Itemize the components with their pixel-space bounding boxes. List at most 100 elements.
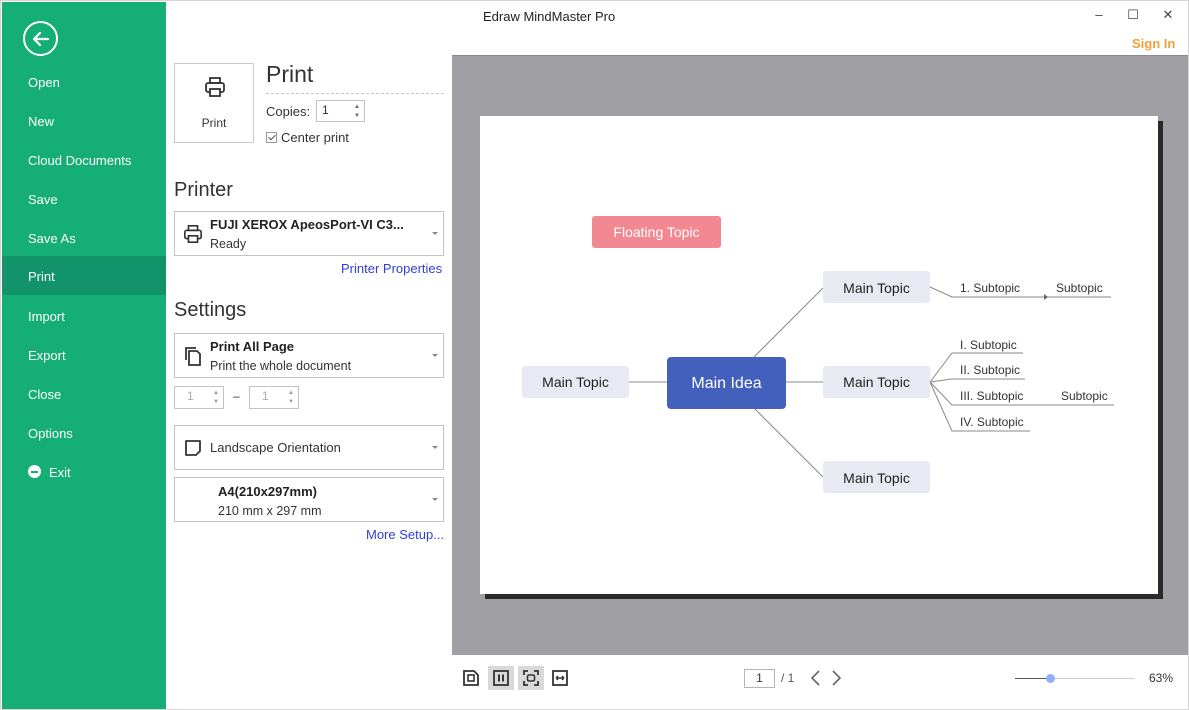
two-page-view-button[interactable] [488,666,514,690]
sign-in-link[interactable]: Sign In [1132,36,1175,51]
chevron-down-icon [432,231,438,235]
window-title: Edraw MindMaster Pro [483,9,616,24]
minimize-icon: – [1095,7,1103,22]
sidebar-item-new[interactable]: New [2,103,166,141]
subtopic-label: Subtopic [1056,281,1103,295]
printer-properties-link[interactable]: Printer Properties [341,261,442,276]
sidebar-item-label: Save [28,192,58,207]
sidebar-item-close[interactable]: Close [2,376,166,414]
print-range-title: Print All Page [210,339,295,354]
chevron-down-icon [432,445,438,449]
sidebar-item-label: Cloud Documents [28,153,132,168]
print-heading: Print [266,61,314,87]
subtopic-label: III. Subtopic [960,389,1023,403]
print-range-select[interactable]: Print All Page Print the whole document [174,333,444,378]
fit-width-button[interactable] [547,666,573,690]
zoom-level: 63% [1149,671,1174,685]
minimize-button[interactable]: – [1089,5,1109,25]
print-range-subtitle: Print the whole document [210,359,352,373]
subtopic-label: Subtopic [1061,389,1108,403]
connector-line [753,407,824,478]
current-page-input[interactable]: 1 [744,669,775,688]
actual-size-button[interactable] [458,666,484,690]
sidebar-item-export[interactable]: Export [2,337,166,375]
paper-size-subtitle: 210 mm x 297 mm [218,504,322,518]
arrow-marker [1044,294,1048,300]
main-topic-middle: Main Topic [823,366,930,398]
main-topic-left: Main Topic [522,366,629,398]
paper-size-select[interactable]: A4(210x297mm) 210 mm x 297 mm [174,477,444,522]
zoom-slider-fill [1015,678,1050,679]
sidebar-item-label: Save As [28,231,76,246]
checkbox-checked-icon [266,132,277,143]
main-topic-bottom: Main Topic [823,461,930,493]
zoom-slider[interactable] [1015,674,1135,683]
sidebar-item-save[interactable]: Save [2,181,166,219]
orientation-value: Landscape Orientation [210,440,341,455]
fit-page-icon [523,670,539,686]
subtopic-label: 1. Subtopic [960,281,1020,295]
arrow-left-icon [32,31,49,46]
sidebar-item-exit[interactable]: Exit [2,454,166,492]
fit-page-button[interactable] [518,666,544,690]
zoom-slider-thumb[interactable] [1045,674,1055,683]
sidebar-item-label: Open [28,75,60,90]
actual-size-icon [463,670,479,686]
print-button-label: Print [201,116,227,130]
close-icon: ✕ [1162,7,1174,22]
pages-icon [185,347,201,366]
spin-down-icon[interactable]: ▼ [288,399,294,405]
close-button[interactable]: ✕ [1158,5,1178,25]
orientation-select[interactable]: Landscape Orientation [174,425,444,470]
sidebar-item-save-as[interactable]: Save As [2,220,166,258]
spin-down-icon[interactable]: ▼ [354,113,360,119]
next-page-icon[interactable] [831,668,843,688]
maximize-button[interactable]: ☐ [1123,5,1143,25]
two-page-icon [493,670,509,686]
subtopic-label: I. Subtopic [960,338,1017,352]
fit-width-icon [552,670,568,686]
sidebar-item-import[interactable]: Import [2,298,166,336]
minus-circle-icon [28,465,41,478]
spin-down-icon[interactable]: ▼ [213,399,219,405]
sidebar-item-print[interactable]: Print [2,256,166,295]
page-from-stepper[interactable]: 1 ▲ ▼ [174,386,224,409]
subtopic-label: IV. Subtopic [960,415,1024,429]
print-button[interactable]: Print [174,63,254,143]
connector-line [753,287,824,358]
sidebar-item-label: Export [28,348,66,363]
sidebar: Open New Cloud Documents Save Save As Pr… [2,2,166,709]
print-preview: Floating Topic Main Idea Main Topic Main… [452,55,1188,655]
back-button[interactable] [23,21,58,56]
total-pages: / 1 [781,671,795,685]
sidebar-item-open[interactable]: Open [2,64,166,102]
main-topic-label: Main Topic [843,374,910,390]
sidebar-item-label: Close [28,387,62,402]
printer-icon [184,225,202,243]
mindmap-canvas: Floating Topic Main Idea Main Topic Main… [522,216,1114,493]
center-print-checkbox[interactable]: Center print [266,130,349,145]
main-topic-label: Main Topic [843,280,910,296]
main-topic-label: Main Topic [542,374,609,390]
copies-stepper[interactable]: 1 ▲ ▼ [316,100,365,122]
main-topic-label: Main Topic [843,470,910,486]
sidebar-item-label: New [28,114,55,129]
spin-up-icon[interactable]: ▲ [288,390,294,396]
printer-status: Ready [210,237,247,251]
sidebar-item-cloud-documents[interactable]: Cloud Documents [2,142,166,180]
copies-value: 1 [322,103,329,117]
sidebar-item-options[interactable]: Options [2,415,166,453]
printer-select[interactable]: FUJI XEROX ApeosPort-VI C3... Ready [174,211,444,256]
spin-up-icon[interactable]: ▲ [213,390,219,396]
main-idea-label: Main Idea [691,375,761,392]
chevron-down-icon [432,353,438,357]
page-to-stepper[interactable]: 1 ▲ ▼ [249,386,299,409]
connector-line [929,378,1025,383]
previous-page-icon[interactable] [809,668,821,688]
more-setup-link[interactable]: More Setup... [366,527,444,542]
spin-up-icon[interactable]: ▲ [354,104,360,110]
copies-label: Copies: [266,104,311,119]
subtopic-label: II. Subtopic [960,363,1020,377]
printer-heading: Printer [174,179,233,201]
page-to-value: 1 [262,389,269,403]
